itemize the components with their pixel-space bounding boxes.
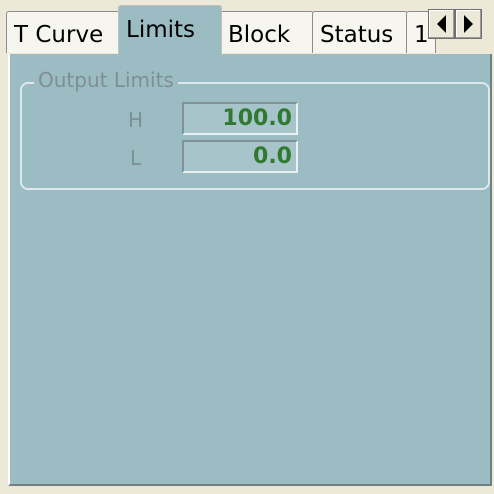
tab-strip: T Curve Limits Block Status 1 <box>6 0 494 56</box>
arrow-right-icon <box>464 15 473 33</box>
low-limit-field[interactable]: 0.0 <box>182 140 298 173</box>
output-limits-title: Output Limits <box>34 68 178 92</box>
limits-panel: Output Limits H 100.0 L 0.0 <box>8 54 492 486</box>
arrow-left-icon <box>437 15 446 33</box>
low-limit-label: L <box>130 146 142 170</box>
high-limit-label: H <box>128 108 144 132</box>
tab-status[interactable]: Status <box>312 11 408 53</box>
tab-scroll-right-button[interactable] <box>455 9 482 39</box>
tab-label: Status <box>320 22 394 48</box>
tab-scroll-left-button[interactable] <box>428 9 455 39</box>
tab-label: 1 <box>414 22 429 48</box>
tab-limits[interactable]: Limits <box>118 5 222 56</box>
tab-block[interactable]: Block <box>220 11 314 53</box>
tab-label: Block <box>228 22 291 48</box>
tab-t-curve[interactable]: T Curve <box>6 11 120 53</box>
tab-label: Limits <box>126 17 195 43</box>
output-limits-group: Output Limits H 100.0 L 0.0 <box>20 68 490 190</box>
high-limit-field[interactable]: 100.0 <box>182 102 298 135</box>
tab-label: T Curve <box>14 22 104 48</box>
